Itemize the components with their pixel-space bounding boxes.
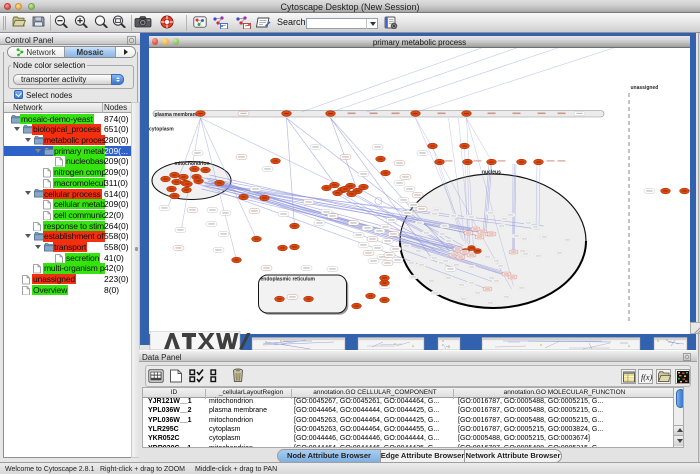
svg-text:nucleus: nucleus	[482, 170, 501, 176]
svg-text:plasma membrane: plasma membrane	[155, 112, 199, 118]
svg-text:mitochondrion: mitochondrion	[175, 161, 210, 167]
svg-text:f(x): f(x)	[641, 373, 652, 382]
svg-text:cytoplasm: cytoplasm	[149, 127, 174, 133]
svg-text:endoplasmic reticulum: endoplasmic reticulum	[261, 277, 316, 283]
svg-text:unassigned: unassigned	[631, 85, 659, 91]
